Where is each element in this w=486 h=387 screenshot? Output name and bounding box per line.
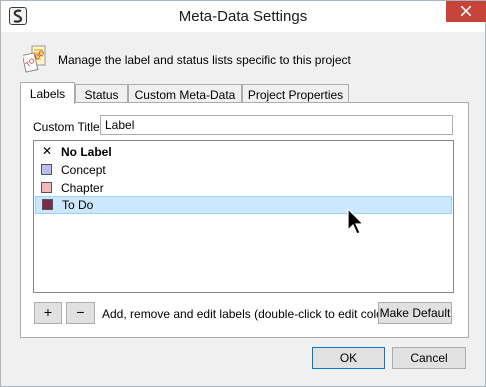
tab-custom-meta-data[interactable]: Custom Meta-Data: [128, 84, 242, 103]
color-swatch[interactable]: [41, 164, 52, 175]
list-item-chapter[interactable]: Chapter: [36, 179, 451, 197]
labels-hint-text: Add, remove and edit labels (double-clic…: [102, 307, 401, 321]
list-item-label: Concept: [61, 163, 106, 177]
custom-title-label: Custom Title:: [33, 120, 104, 134]
tags-icon: TO DO: [21, 45, 51, 73]
tab-status[interactable]: Status: [75, 84, 128, 103]
cancel-button[interactable]: Cancel: [392, 347, 466, 369]
close-button[interactable]: [446, 1, 486, 22]
list-item-no-label[interactable]: ✕ No Label: [36, 143, 451, 161]
list-item-concept[interactable]: Concept: [36, 161, 451, 179]
tab-project-properties[interactable]: Project Properties: [242, 84, 349, 103]
remove-label-button[interactable]: −: [66, 302, 95, 324]
title-bar[interactable]: Meta-Data Settings: [1, 1, 486, 32]
list-item-label: No Label: [61, 145, 112, 159]
mouse-cursor-icon: [347, 207, 365, 239]
window-title: Meta-Data Settings: [178, 8, 308, 25]
list-item-label: To Do: [62, 198, 94, 212]
custom-title-input[interactable]: [100, 115, 453, 135]
tab-labels[interactable]: Labels: [20, 82, 75, 104]
header-description: Manage the label and status lists specif…: [58, 53, 351, 67]
dialog-window: Meta-Data Settings TO DO Manage the labe…: [0, 0, 486, 387]
list-item-label: Chapter: [61, 181, 104, 195]
color-swatch[interactable]: [42, 199, 53, 210]
color-swatch[interactable]: [41, 182, 52, 193]
add-label-button[interactable]: +: [34, 302, 62, 324]
list-item-to-do[interactable]: To Do: [35, 196, 452, 214]
no-label-x-icon: ✕: [42, 144, 53, 158]
ok-button[interactable]: OK: [312, 347, 385, 369]
labels-list[interactable]: ✕ No Label Concept Chapter To Do: [33, 140, 454, 293]
make-default-button[interactable]: Make Default: [378, 302, 452, 324]
close-icon: [460, 5, 472, 17]
